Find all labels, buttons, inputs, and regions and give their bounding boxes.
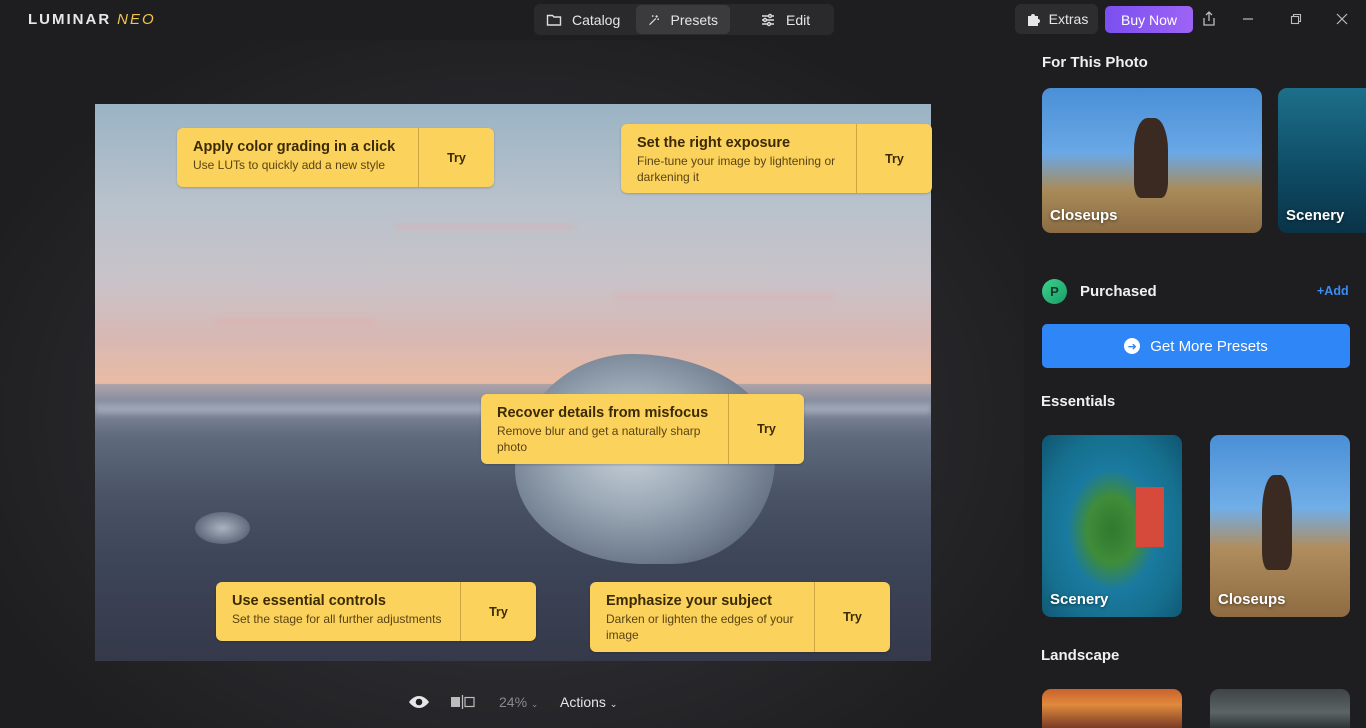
church-building — [1136, 487, 1164, 547]
actions-label: Actions — [560, 694, 606, 710]
share-icon[interactable] — [1198, 8, 1220, 30]
preset-card-landscape[interactable] — [1042, 689, 1182, 728]
try-button[interactable]: Try — [856, 124, 932, 193]
get-more-presets-label: Get More Presets — [1150, 337, 1268, 355]
preset-card-label: Scenery — [1286, 207, 1345, 224]
logo-text: LUMINAR — [28, 11, 112, 28]
section-title-purchased: Purchased — [1080, 283, 1157, 300]
folder-icon — [546, 14, 562, 26]
eye-icon[interactable] — [408, 694, 430, 710]
cloud-streak — [395, 224, 575, 230]
extras-label: Extras — [1048, 11, 1089, 27]
tab-presets[interactable]: Presets — [636, 5, 730, 34]
tip-essential-controls: Use essential controls Set the stage for… — [216, 582, 536, 641]
woman-figure — [1134, 118, 1168, 198]
tip-color-grading: Apply color grading in a click Use LUTs … — [177, 128, 494, 187]
tip-exposure: Set the right exposure Fine-tune your im… — [621, 124, 932, 193]
try-button[interactable]: Try — [460, 582, 536, 641]
try-button[interactable]: Try — [418, 128, 494, 187]
preset-card-closeups[interactable]: Closeups — [1042, 88, 1262, 233]
chevron-down-icon: ⌄ — [609, 699, 618, 709]
tab-presets-label: Presets — [670, 11, 718, 28]
try-button[interactable]: Try — [814, 582, 890, 652]
tip-title: Use essential controls — [232, 593, 386, 609]
tip-description: Use LUTs to quickly add a new style — [193, 158, 386, 172]
cloud-streak — [215, 319, 375, 325]
preset-card-label: Closeups — [1050, 207, 1118, 224]
restore-icon[interactable] — [1285, 8, 1307, 30]
tip-description: Fine-tune your image by lightening or da… — [637, 154, 836, 184]
extras-button[interactable]: Extras — [1015, 4, 1098, 34]
app-logo: LUMINAR NEO — [28, 11, 156, 28]
tab-catalog-label: Catalog — [572, 11, 621, 28]
zoom-value: 24% — [499, 694, 528, 710]
try-button[interactable]: Try — [728, 394, 804, 464]
tab-catalog[interactable]: Catalog — [534, 5, 634, 34]
section-title-essentials: Essentials — [1041, 393, 1116, 410]
puzzle-icon — [1027, 14, 1040, 26]
cloud-streak — [615, 294, 835, 300]
section-title-for-this-photo: For This Photo — [1042, 54, 1148, 71]
top-bar: LUMINAR NEO Catalog Presets Edit Extras B… — [0, 0, 1366, 40]
preset-card-scenery[interactable]: Scenery — [1042, 435, 1182, 617]
tab-edit[interactable]: Edit — [748, 5, 834, 34]
get-more-presets-button[interactable]: ➜ Get More Presets — [1042, 324, 1350, 368]
preset-card-scenery[interactable]: Scenery — [1278, 88, 1366, 233]
preset-card-label: Scenery — [1050, 591, 1109, 608]
preset-card-closeups[interactable]: Closeups — [1210, 435, 1350, 617]
chevron-down-icon: ⌄ — [530, 699, 539, 709]
tip-description: Set the stage for all further adjustment… — [232, 612, 442, 626]
tip-title: Recover details from misfocus — [497, 405, 709, 421]
zoom-dropdown[interactable]: 24% ⌄ — [499, 694, 538, 710]
tab-edit-label: Edit — [786, 11, 811, 28]
main-nav: Catalog Presets Edit — [534, 4, 834, 35]
section-title-landscape: Landscape — [1041, 647, 1120, 664]
add-presets-link[interactable]: +Add — [1317, 284, 1349, 298]
tip-title: Set the right exposure — [637, 135, 791, 151]
sliders-icon — [762, 13, 774, 26]
buy-now-button[interactable]: Buy Now — [1105, 6, 1193, 33]
woman-figure — [1262, 475, 1292, 570]
tip-title: Apply color grading in a click — [193, 139, 396, 155]
actions-dropdown[interactable]: Actions ⌄ — [560, 694, 617, 710]
buy-now-label: Buy Now — [1120, 11, 1178, 28]
purchased-icon-letter: P — [1050, 284, 1059, 299]
close-icon[interactable] — [1331, 8, 1353, 30]
tip-misfocus: Recover details from misfocus Remove blu… — [481, 394, 804, 464]
logo-sub-text: NEO — [117, 11, 156, 28]
arrow-right-icon: ➜ — [1124, 338, 1141, 354]
magic-wand-icon — [649, 14, 659, 25]
tip-emphasize-subject: Emphasize your subject Darken or lighten… — [590, 582, 890, 652]
small-ice — [195, 512, 250, 544]
tip-title: Emphasize your subject — [606, 593, 772, 609]
minimize-icon[interactable] — [1237, 8, 1259, 30]
tip-description: Darken or lighten the edges of your imag… — [606, 612, 794, 642]
tip-description: Remove blur and get a naturally sharp ph… — [497, 424, 701, 454]
preset-card-label: Closeups — [1218, 591, 1286, 608]
preset-card-landscape[interactable] — [1210, 689, 1350, 728]
purchased-icon: P — [1042, 279, 1067, 304]
compare-icon[interactable] — [450, 694, 476, 710]
